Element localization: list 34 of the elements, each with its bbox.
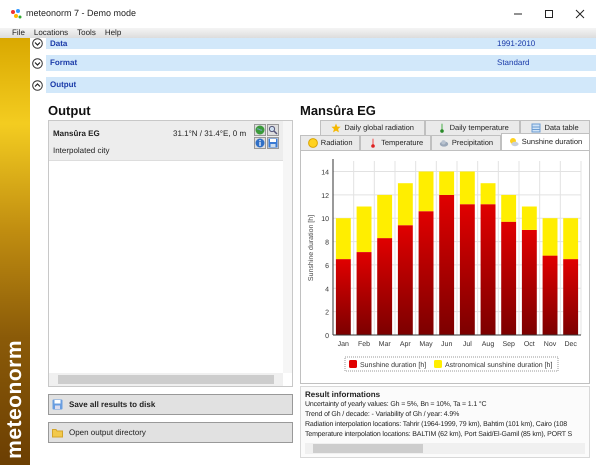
menu-item[interactable]: File (12, 28, 25, 38)
expand-chevron-icon[interactable] (32, 38, 43, 49)
action-button[interactable]: Open output directory (48, 422, 293, 443)
section-title: Output (48, 103, 92, 119)
expand-chevron-icon[interactable] (32, 58, 43, 68)
maximize-icon[interactable] (544, 9, 554, 19)
app-logo-icon (10, 8, 22, 20)
location-item[interactable]: Mansûra EG 31.1°N / 31.4°E, 0 m Interpolated city (49, 121, 283, 161)
folder-icon (52, 427, 63, 438)
menu-item[interactable]: Help (104, 28, 122, 38)
save-button[interactable] (267, 137, 279, 149)
window-title: meteonorm 7 - Demo mode (26, 7, 136, 20)
vertical-scrollbar[interactable] (283, 121, 292, 373)
brand-logo-text: meteonorm (2, 340, 27, 459)
menu-item[interactable]: Locations (34, 28, 68, 38)
section-header[interactable]: Format Standard (46, 55, 596, 71)
info-button[interactable] (254, 137, 266, 149)
section-header[interactable]: Data 1991-2010 (46, 38, 596, 49)
section-header[interactable]: Output (46, 77, 596, 93)
sun-cloud-icon (508, 137, 519, 147)
group-title: Result informations (305, 389, 382, 400)
horizontal-scrollbar[interactable] (49, 373, 283, 386)
search-button[interactable] (267, 124, 279, 136)
star-icon (331, 123, 342, 133)
globe-button[interactable] (254, 124, 266, 136)
horizontal-scrollbar[interactable] (305, 443, 585, 454)
close-icon[interactable] (575, 9, 585, 19)
cloud-icon (438, 138, 449, 148)
collapse-chevron-icon[interactable] (32, 80, 43, 90)
table-icon (531, 123, 542, 133)
location-title: Mansûra EG (300, 103, 377, 119)
sun-icon (308, 138, 318, 148)
menu-item[interactable]: Tools (77, 28, 96, 38)
action-button[interactable]: Save all results to disk (48, 394, 293, 415)
